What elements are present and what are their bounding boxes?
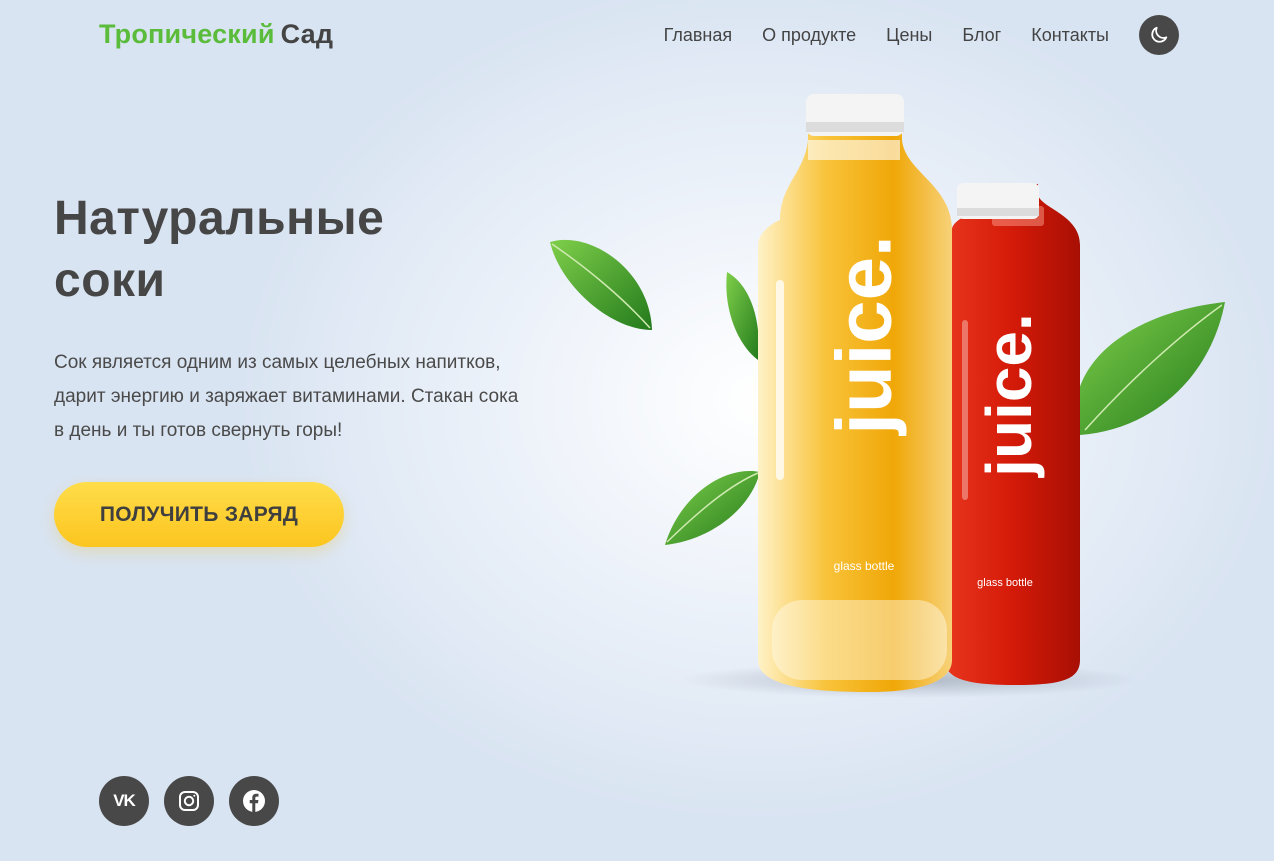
logo-part1: Тропический [99, 19, 275, 49]
vk-link[interactable]: VK [99, 776, 149, 826]
theme-toggle-button[interactable] [1139, 15, 1179, 55]
facebook-icon [243, 790, 265, 812]
bottle-yellow-brand: juice. [820, 235, 908, 436]
instagram-icon [179, 791, 199, 811]
logo[interactable]: Тропический Сад [99, 19, 333, 50]
bottle-red-brand: juice. [973, 313, 1045, 478]
social-links: VK [99, 776, 279, 826]
instagram-link[interactable] [164, 776, 214, 826]
moon-icon [1151, 26, 1168, 43]
facebook-link[interactable] [229, 776, 279, 826]
leaf-1 [550, 239, 652, 330]
hero-text-line3: в день и ты готов свернуть горы! [54, 420, 343, 441]
nav-item-about[interactable]: О продукте [762, 25, 856, 46]
hero-text-line1: Сок является одним из самых целебных нап… [54, 352, 501, 373]
hero-title: Натуральные соки [54, 188, 474, 312]
product-image: juice. glass bottle juice. glass bottle [550, 94, 1225, 698]
vk-icon: VK [113, 791, 136, 810]
main-nav: Главная О продукте Цены Блог Контакты [664, 25, 1109, 46]
hero-title-line1: Натуральные [54, 192, 385, 245]
header: Тропический Сад Главная О продукте Цены Б… [0, 0, 1274, 72]
nav-item-blog[interactable]: Блог [962, 25, 1001, 46]
hero-title-line2: соки [54, 254, 166, 307]
bottle-red-sub: glass bottle [977, 577, 1033, 589]
leaf-2 [726, 272, 759, 360]
leaf-3 [665, 470, 760, 545]
nav-item-prices[interactable]: Цены [886, 25, 932, 46]
hero-description: Сок является одним из самых целебных нап… [54, 346, 554, 448]
logo-part2: Сад [280, 19, 334, 49]
nav-item-contacts[interactable]: Контакты [1031, 25, 1109, 46]
leaf-4 [1075, 302, 1225, 435]
cta-button[interactable]: ПОЛУЧИТЬ ЗАРЯД [54, 482, 344, 547]
hero-text-line2: дарит энергию и заряжает витаминами. Ста… [54, 386, 519, 407]
nav-item-home[interactable]: Главная [664, 25, 733, 46]
bottle-yellow-sub: glass bottle [834, 559, 895, 573]
